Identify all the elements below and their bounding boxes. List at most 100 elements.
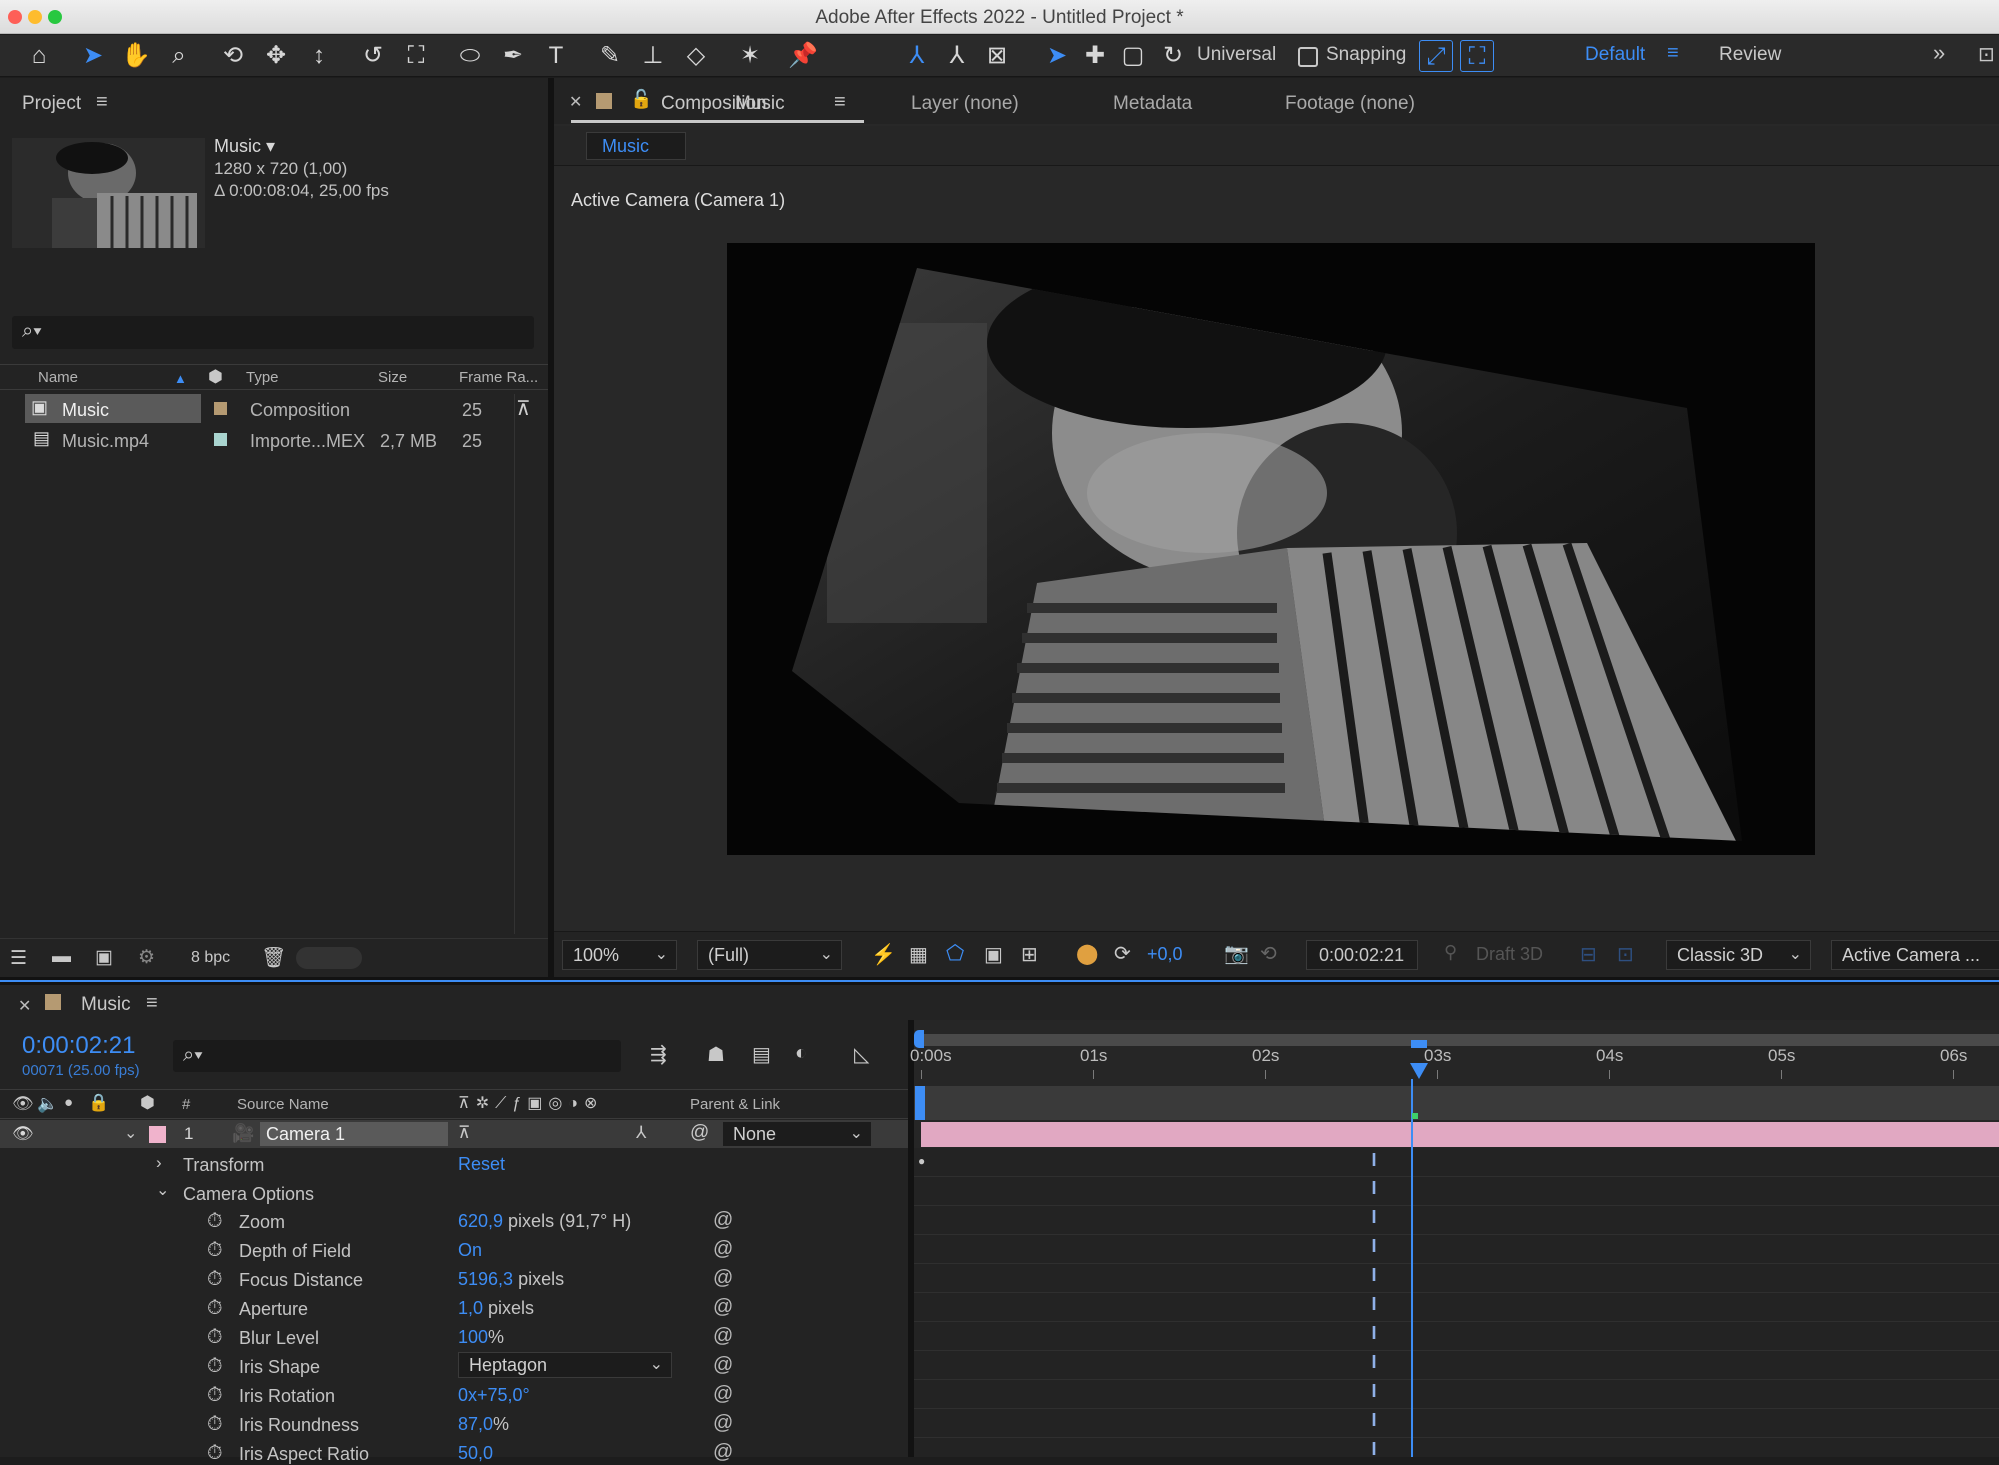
close-tab-icon[interactable]: ✕: [18, 996, 31, 1016]
expression-pick-whip-icon[interactable]: @: [713, 1325, 733, 1348]
dolly-camera-icon[interactable]: ↕: [302, 40, 336, 72]
layer-visibility-eye-icon[interactable]: 👁: [12, 1124, 34, 1144]
audio-switch-icon[interactable]: 🔈: [37, 1094, 58, 1114]
camera-options-group-label[interactable]: Camera Options: [183, 1184, 314, 1205]
property-value[interactable]: 87,0%: [458, 1414, 509, 1435]
new-composition-icon[interactable]: ▣: [95, 946, 113, 969]
project-row-footage[interactable]: ▤ Music.mp4 Importe...MEX 2,7 MB 25: [0, 425, 518, 454]
layer-name-field[interactable]: Camera 1: [260, 1122, 448, 1146]
eraser-tool-icon[interactable]: ◇: [679, 40, 713, 72]
work-area-bar[interactable]: [921, 1034, 1999, 1046]
column-frame-rate[interactable]: Frame Ra...: [459, 369, 538, 386]
timeline-menu-icon[interactable]: ≡: [146, 992, 158, 1015]
expression-pick-whip-icon[interactable]: @: [713, 1441, 733, 1464]
project-search-input[interactable]: ⌕▾: [12, 316, 534, 349]
video-switch-icon[interactable]: 👁: [12, 1094, 34, 1114]
roto-brush-tool-icon[interactable]: ✶: [733, 40, 767, 72]
draft-3d-label[interactable]: Draft 3D: [1476, 944, 1543, 965]
ellipse-tool-icon[interactable]: ⬭: [453, 40, 487, 72]
layer-label-swatch[interactable]: [149, 1126, 166, 1143]
zoom-tool-icon[interactable]: ⌕: [162, 40, 196, 72]
label-tag-icon[interactable]: ⬢: [208, 367, 223, 387]
composition-viewer-frame[interactable]: [727, 243, 1815, 855]
3d-move-icon[interactable]: ✚: [1078, 40, 1112, 72]
timeline-tab-title[interactable]: Music: [81, 994, 131, 1016]
column-parent-link[interactable]: Parent & Link: [690, 1096, 780, 1113]
snapping-checkbox[interactable]: [1298, 47, 1318, 67]
color-channels-icon[interactable]: ⬤: [1076, 941, 1098, 966]
3d-rotate-icon[interactable]: ↻: [1156, 40, 1190, 72]
transparency-grid-icon[interactable]: ▦: [909, 942, 928, 967]
fast-previews-icon[interactable]: ⚡: [871, 942, 896, 967]
column-type[interactable]: Type: [246, 369, 279, 386]
timeline-search-input[interactable]: ⌕▾: [173, 1040, 621, 1072]
more-workspaces-icon[interactable]: »: [1933, 40, 1945, 66]
property-value[interactable]: 1,0 pixels: [458, 1298, 534, 1319]
playhead-line[interactable]: [1411, 1079, 1413, 1457]
type-tool-icon[interactable]: T: [539, 40, 573, 72]
project-panel-title[interactable]: Project: [22, 93, 81, 115]
playhead-cap[interactable]: [1411, 1040, 1427, 1048]
chevron-right-icon[interactable]: ›: [156, 1153, 162, 1173]
property-value[interactable]: On: [458, 1240, 482, 1261]
expression-pick-whip-icon[interactable]: @: [713, 1412, 733, 1435]
stopwatch-icon[interactable]: ⏱: [207, 1297, 223, 1320]
workspace-menu-icon[interactable]: ≡: [1667, 42, 1679, 65]
3d-view-dropdown[interactable]: Active Camera ...: [1831, 940, 1999, 970]
viewer-timecode[interactable]: 0:00:02:21: [1306, 940, 1418, 970]
graph-editor-icon[interactable]: ◺: [854, 1042, 869, 1067]
mask-visibility-icon[interactable]: ⬠: [946, 941, 964, 966]
composition-panel-menu-icon[interactable]: ≡: [834, 91, 846, 114]
rotation-tool-icon[interactable]: ↺: [356, 40, 390, 72]
playhead-handle[interactable]: [1410, 1063, 1428, 1079]
clone-stamp-tool-icon[interactable]: ⊥: [636, 40, 670, 72]
expression-pick-whip-icon[interactable]: @: [713, 1267, 733, 1290]
reset-exposure-icon[interactable]: ⟳: [1114, 941, 1131, 966]
expression-pick-whip-icon[interactable]: @: [713, 1296, 733, 1319]
property-value[interactable]: 620,9 pixels (91,7° H): [458, 1211, 631, 1232]
pan-camera-icon[interactable]: ✥: [259, 40, 293, 72]
label-color-swatch[interactable]: [214, 433, 227, 446]
composition-sub-tab[interactable]: Music: [586, 132, 686, 160]
stopwatch-icon[interactable]: ⏱: [207, 1239, 223, 1262]
tab-composition-name[interactable]: Music: [735, 93, 785, 115]
property-value[interactable]: 50,0: [458, 1443, 493, 1464]
shy-switch-icon[interactable]: ⊼: [458, 1123, 470, 1143]
search-help-icon[interactable]: ⊡: [1978, 42, 1995, 67]
draft-3d-icon[interactable]: ⚲: [1444, 942, 1457, 963]
workspace-review-tab[interactable]: Review: [1719, 44, 1781, 66]
stopwatch-icon[interactable]: ⏱: [207, 1355, 223, 1378]
project-item-name[interactable]: Music ▾: [214, 136, 275, 157]
transform-reset-link[interactable]: Reset: [458, 1154, 505, 1175]
extended-viewer-icon[interactable]: ⊡: [1617, 942, 1634, 967]
world-axis-mode-icon[interactable]: ⅄: [940, 40, 974, 72]
bit-depth-label[interactable]: 8 bpc: [191, 949, 230, 967]
pan-behind-tool-icon[interactable]: ⛶: [399, 40, 433, 72]
project-panel-menu-icon[interactable]: ≡: [96, 91, 108, 114]
shy-layers-icon[interactable]: ☗: [707, 1042, 725, 1067]
trash-icon[interactable]: 🗑: [261, 945, 286, 970]
magnification-dropdown[interactable]: 100% ⌄: [562, 940, 677, 970]
work-area-start-marker[interactable]: [915, 1086, 925, 1120]
expression-pick-whip-icon[interactable]: @: [713, 1238, 733, 1261]
property-value[interactable]: 100%: [458, 1327, 504, 1348]
column-source-name[interactable]: Source Name: [237, 1096, 329, 1113]
3d-scale-icon[interactable]: ▢: [1116, 40, 1150, 72]
label-tag-icon[interactable]: ⬢: [140, 1093, 155, 1113]
transform-group-label[interactable]: Transform: [183, 1155, 264, 1176]
frame-blending-icon[interactable]: ▤: [752, 1042, 771, 1067]
3d-layer-switch-icon[interactable]: ⅄: [636, 1123, 646, 1143]
thumbnail-transparency-slider[interactable]: [296, 947, 362, 969]
interpret-footage-icon[interactable]: ☰: [10, 947, 27, 970]
iris-shape-dropdown[interactable]: Heptagon ⌄: [458, 1352, 672, 1378]
layer-row-camera[interactable]: 👁 ⌄ 1 🎥 Camera 1 ⊼ ⅄ @ None ⌄: [0, 1120, 908, 1148]
orbit-camera-icon[interactable]: ⟲: [216, 40, 250, 72]
stopwatch-icon[interactable]: ⏱: [207, 1442, 223, 1465]
puppet-pin-tool-icon[interactable]: 📌: [786, 40, 820, 72]
exposure-value[interactable]: +0,0: [1147, 944, 1183, 965]
column-size[interactable]: Size: [378, 369, 407, 386]
project-settings-icon[interactable]: ⚙: [138, 946, 155, 969]
selection-tool-icon[interactable]: ➤: [76, 40, 110, 72]
home-icon[interactable]: ⌂: [22, 40, 56, 72]
workspace-default-tab[interactable]: Default: [1585, 44, 1645, 66]
